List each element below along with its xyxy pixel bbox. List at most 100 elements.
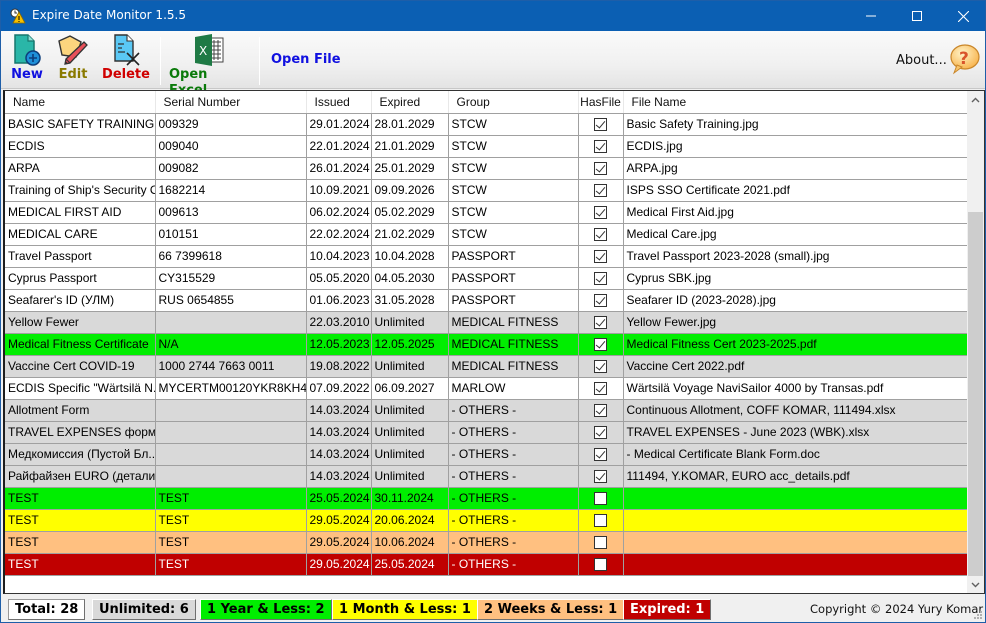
column-header-filename[interactable]: File Name (623, 91, 970, 114)
cell-issued: 29.01.2024 (306, 113, 372, 136)
table-row[interactable]: ECDIS 009040 22.01.2024 21.01.2029 STCW ECDIS… (5, 135, 970, 158)
cell-expired: Unlimited (371, 421, 449, 444)
about-button[interactable]: About... (896, 53, 947, 68)
one-year-less-count[interactable]: 1 Year & Less: 2 (200, 599, 332, 620)
cell-hasfile[interactable] (578, 245, 624, 268)
edit-button[interactable]: Edit (53, 33, 93, 87)
table-row[interactable]: TEST TEST 25.05.2024 30.11.2024- OTHERS - (5, 487, 970, 510)
cell-hasfile[interactable] (578, 267, 624, 290)
table-row[interactable]: TEST TEST 29.05.2024 20.06.2024- OTHERS - (5, 509, 970, 532)
cell-hasfile[interactable] (578, 487, 624, 510)
scrollbar-thumb[interactable] (968, 212, 983, 576)
cell-hasfile[interactable] (578, 113, 624, 136)
checkbox-checked[interactable] (594, 448, 607, 462)
checkbox-checked[interactable] (594, 360, 607, 374)
checkbox-checked[interactable] (594, 206, 607, 220)
column-header-group[interactable]: Group (448, 91, 579, 114)
cell-issued: 29.05.2024 (306, 531, 372, 554)
cell-hasfile[interactable] (578, 201, 624, 224)
checkbox-checked[interactable] (594, 404, 607, 418)
vertical-scrollbar[interactable] (967, 91, 984, 593)
table-row[interactable]: MEDICAL CARE 010151 22.02.2024 21.02.2029 ST… (5, 223, 970, 246)
two-weeks-less-count[interactable]: 2 Weeks & Less: 1 (477, 599, 625, 620)
new-button[interactable]: New (7, 33, 47, 87)
checkbox-checked[interactable] (594, 294, 607, 308)
cell-hasfile[interactable] (578, 421, 624, 444)
maximize-button[interactable] (894, 1, 940, 31)
checkbox-checked[interactable] (594, 118, 607, 132)
table-row[interactable]: TEST TEST 29.05.2024 10.06.2024- OTHERS - (5, 531, 970, 554)
checkbox-checked[interactable] (594, 162, 607, 176)
minimize-icon (866, 15, 876, 17)
column-header-name[interactable]: Name (5, 91, 156, 114)
cell-hasfile[interactable] (578, 333, 624, 356)
cell-hasfile[interactable] (578, 135, 624, 158)
checkbox-checked[interactable] (594, 184, 607, 198)
checkbox-unchecked[interactable] (594, 492, 607, 506)
cell-name: TEST (5, 553, 156, 576)
table-row[interactable]: Seafarer's ID (УЛМ) RUS 0654855 01.06.2023… (5, 289, 970, 312)
delete-button[interactable]: Delete (101, 33, 151, 87)
checkbox-checked[interactable] (594, 382, 607, 396)
column-header-serial[interactable]: Serial Number (155, 91, 307, 114)
column-header-expired[interactable]: Expired (371, 91, 449, 114)
cell-hasfile[interactable] (578, 553, 624, 576)
table-row[interactable]: Allotment Form 14.03.2024 Unlimited - OTHER… (5, 399, 970, 422)
cell-group: STCW (448, 113, 579, 136)
unlimited-count[interactable]: Unlimited: 6 (92, 599, 196, 620)
table-row[interactable]: Medical Fitness Certificate N/A 12.05.2023… (5, 333, 970, 356)
cell-serial (155, 465, 307, 488)
checkbox-checked[interactable] (594, 140, 607, 154)
table-row[interactable]: Vaccine Cert COVID-19 1000 2744 7663 0011… (5, 355, 970, 378)
table-row[interactable]: Cyprus Passport CY315529 05.05.2020 04.05.2… (5, 267, 970, 290)
close-button[interactable] (940, 1, 986, 31)
table-row[interactable]: MEDICAL FIRST AID 009613 06.02.2024 05.02.2… (5, 201, 970, 224)
table-row[interactable]: BASIC SAFETY TRAINING 009329 29.01.2024 28.… (5, 113, 970, 136)
certificates-grid: Name Serial Number Issued Expired Group … (3, 90, 985, 594)
cell-hasfile[interactable] (578, 223, 624, 246)
cell-hasfile[interactable] (578, 355, 624, 378)
cell-hasfile[interactable] (578, 399, 624, 422)
table-row[interactable]: Медкомиссия (Пустой Бл... 14.03.2024 Unlim… (5, 443, 970, 466)
cell-hasfile[interactable] (578, 311, 624, 334)
expired-count[interactable]: Expired: 1 (623, 599, 712, 620)
column-header-issued[interactable]: Issued (306, 91, 372, 114)
minimize-button[interactable] (848, 1, 894, 31)
cell-hasfile[interactable] (578, 289, 624, 312)
checkbox-checked[interactable] (594, 338, 607, 352)
table-row[interactable]: TEST TEST 29.05.2024 25.05.2024- OTHERS - (5, 553, 970, 576)
checkbox-checked[interactable] (594, 470, 607, 484)
column-header-hasfile[interactable]: HasFile (578, 91, 624, 114)
cell-hasfile[interactable] (578, 377, 624, 400)
cell-hasfile[interactable] (578, 509, 624, 532)
cell-hasfile[interactable] (578, 157, 624, 180)
checkbox-checked[interactable] (594, 426, 607, 440)
cell-hasfile[interactable] (578, 531, 624, 554)
checkbox-checked[interactable] (594, 272, 607, 286)
scroll-up-button[interactable] (967, 91, 984, 108)
cell-name: Медкомиссия (Пустой Бл... (5, 443, 156, 466)
one-month-less-count[interactable]: 1 Month & Less: 1 (332, 599, 478, 620)
checkbox-checked[interactable] (594, 250, 607, 264)
cell-hasfile[interactable] (578, 179, 624, 202)
help-question-icon[interactable]: ? (947, 43, 981, 75)
checkbox-unchecked[interactable] (594, 514, 607, 528)
scroll-down-button[interactable] (967, 576, 984, 593)
cell-serial: 009082 (155, 157, 307, 180)
open-excel-button[interactable]: X Open Excel (169, 33, 249, 98)
table-row[interactable]: Yellow Fewer 22.03.2010 Unlimited MEDICAL F… (5, 311, 970, 334)
table-row[interactable]: Training of Ship's Security O... 1682214 1… (5, 179, 970, 202)
table-row[interactable]: ARPA 009082 26.01.2024 25.01.2029 STCW ARPA.j… (5, 157, 970, 180)
resize-grip-icon[interactable] (973, 610, 983, 620)
open-file-button[interactable]: Open File (271, 52, 341, 67)
table-row[interactable]: Райфайзен EURO (детали... 14.03.2024 Unlim… (5, 465, 970, 488)
cell-hasfile[interactable] (578, 465, 624, 488)
checkbox-checked[interactable] (594, 228, 607, 242)
table-row[interactable]: Travel Passport 66 7399618 10.04.2023 10.04… (5, 245, 970, 268)
checkbox-unchecked[interactable] (594, 558, 607, 572)
table-row[interactable]: ECDIS Specific "Wärtsilä N... MYCERTM0012… (5, 377, 970, 400)
table-row[interactable]: TRAVEL EXPENSES форма 14.03.2024 Unlimited… (5, 421, 970, 444)
cell-hasfile[interactable] (578, 443, 624, 466)
checkbox-unchecked[interactable] (594, 536, 607, 550)
checkbox-checked[interactable] (594, 316, 607, 330)
